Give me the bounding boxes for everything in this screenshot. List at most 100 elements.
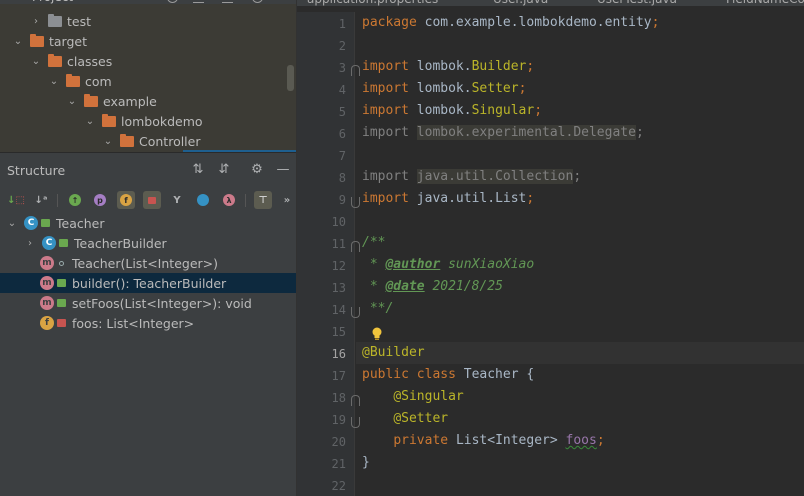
collapse-all-icon[interactable]: ⇵ — [216, 162, 232, 178]
show-non-public-icon[interactable] — [143, 191, 161, 209]
code-line[interactable]: * @date 2021/8/25 — [362, 279, 503, 294]
project-tree-item[interactable]: ⌄ example — [0, 91, 296, 111]
editor-tab[interactable]: User.java — [493, 0, 548, 6]
show-inherited-icon[interactable]: ↑ — [66, 191, 84, 209]
minimize-icon[interactable]: — — [275, 162, 291, 178]
structure-item[interactable]: ⌄ C Teacher — [0, 213, 296, 233]
fold-end-icon[interactable] — [351, 417, 360, 428]
line-number: 4 — [338, 83, 346, 97]
project-tree-item[interactable]: › test — [0, 11, 296, 31]
chevron-right-icon[interactable]: › — [30, 15, 42, 27]
chevron-down-icon[interactable]: ⌄ — [6, 218, 18, 229]
line-number: 13 — [331, 281, 346, 295]
expand-all-icon[interactable] — [222, 0, 233, 3]
project-tree-item[interactable]: ⌄ com — [0, 71, 296, 91]
code-line[interactable]: import lombok.Builder; — [362, 59, 534, 74]
structure-item[interactable]: f foos: List<Integer> — [0, 313, 296, 333]
code-token: ; — [534, 103, 543, 118]
chevron-down-icon[interactable]: ⌄ — [102, 135, 114, 147]
project-tree-item[interactable]: ⌄ Controller — [0, 131, 296, 151]
code-token: ; — [526, 191, 535, 206]
code-editor[interactable]: application.properties User.java UserTest.… — [296, 0, 804, 496]
chevron-down-icon[interactable]: ⌄ — [12, 35, 24, 47]
editor-tab[interactable]: FieldNameCo — [726, 0, 804, 6]
code-line[interactable]: **/ — [362, 301, 394, 316]
project-tree-item[interactable]: ⌄ lombokdemo — [0, 111, 296, 131]
class-icon: C — [42, 236, 56, 250]
public-lock-icon — [57, 299, 66, 307]
editor-tab[interactable]: UserTest.java — [597, 0, 677, 6]
autoscroll-from-source-icon[interactable]: ⊤ — [254, 191, 272, 209]
show-anonymous-icon[interactable]: Y — [168, 191, 186, 209]
code-line[interactable]: import lombok.Singular; — [362, 103, 542, 118]
code-token: /** — [362, 235, 386, 250]
chevron-down-icon[interactable]: ⌄ — [48, 75, 60, 87]
fold-start-icon[interactable] — [351, 65, 360, 76]
private-lock-icon — [57, 319, 66, 327]
package-private-icon — [59, 260, 64, 266]
code-line[interactable]: } — [362, 455, 370, 470]
line-number: 19 — [331, 413, 346, 427]
code-line[interactable]: /** — [362, 235, 385, 250]
sort-by-visibility-icon[interactable]: ↓ ⬚ — [7, 191, 25, 209]
code-line[interactable]: package com.example.lombokdemo.entity; — [362, 15, 659, 30]
structure-item-label: builder(): TeacherBuilder — [72, 275, 227, 291]
line-number-gutter[interactable]: 1 2 3 4 5 6 7 8 9 10 11 12 13 14 15 16 17 18 19 20 21 22 — [297, 12, 360, 496]
line-number: 20 — [331, 435, 346, 449]
locate-icon[interactable] — [167, 0, 178, 3]
code-line[interactable]: @Setter — [362, 411, 448, 426]
show-fields-icon[interactable]: f — [117, 191, 135, 209]
fold-end-icon[interactable] — [351, 307, 360, 318]
show-lambdas-icon[interactable] — [194, 191, 212, 209]
line-number: 2 — [338, 39, 346, 53]
editor-tab[interactable]: application.properties — [307, 0, 438, 6]
project-title[interactable]: Project — [32, 0, 73, 4]
code-line[interactable]: * @author sunXiaoXiao — [362, 257, 534, 272]
code-token: import — [362, 169, 417, 184]
project-tree-item[interactable]: ⌄ classes — [0, 51, 296, 71]
code-line[interactable]: import lombok.Setter; — [362, 81, 526, 96]
code-token: ; — [651, 15, 660, 30]
code-token: java.util.Collection — [416, 169, 574, 184]
lambda-icon[interactable]: λ — [220, 191, 238, 209]
line-number: 15 — [331, 325, 346, 339]
folder-icon — [84, 93, 98, 107]
line-number: 7 — [338, 149, 346, 163]
structure-item[interactable]: › C TeacherBuilder — [0, 233, 296, 253]
project-tree-item[interactable]: ⌄ target — [0, 31, 296, 51]
code-token: lombok.experimental.Delegate — [416, 125, 636, 140]
gear-icon[interactable]: ⚙ — [249, 162, 265, 178]
gear-icon[interactable] — [252, 0, 263, 3]
chevron-down-icon[interactable]: ⌄ — [30, 55, 42, 67]
structure-item[interactable]: m Teacher(List<Integer>) — [0, 253, 296, 273]
fold-start-icon[interactable] — [351, 395, 360, 406]
fold-start-icon[interactable] — [351, 241, 360, 252]
more-icon[interactable]: » — [278, 191, 296, 209]
code-line[interactable]: @Builder — [362, 345, 425, 360]
code-line[interactable]: @Singular — [362, 389, 463, 404]
structure-item[interactable]: m setFoos(List<Integer>): void — [0, 293, 296, 313]
code-line[interactable]: private List<Integer> foos; — [362, 433, 604, 448]
code-line[interactable]: import java.util.List; — [362, 191, 534, 206]
code-token: import — [362, 59, 417, 74]
chevron-down-icon[interactable]: ⌄ — [66, 95, 78, 107]
lightbulb-icon[interactable] — [371, 327, 383, 341]
code-token: ; — [573, 169, 582, 184]
show-properties-icon[interactable]: p — [91, 191, 109, 209]
chevron-right-icon[interactable]: › — [24, 238, 36, 249]
collapse-all-icon[interactable] — [193, 0, 204, 3]
structure-item[interactable]: m builder(): TeacherBuilder — [0, 273, 296, 293]
line-number: 1 — [338, 17, 346, 31]
project-scrollbar[interactable] — [287, 65, 294, 91]
code-line[interactable]: public class Teacher { — [362, 367, 534, 382]
code-line[interactable]: import lombok.experimental.Delegate; — [362, 125, 644, 140]
chevron-down-icon[interactable]: ⌄ — [84, 115, 96, 127]
code-line[interactable]: import java.util.Collection; — [362, 169, 581, 184]
line-number: 5 — [338, 105, 346, 119]
fold-end-icon[interactable] — [351, 197, 360, 208]
sort-alphabetically-icon[interactable]: ↓ᵃ — [32, 191, 50, 209]
expand-all-icon[interactable]: ⇅ — [190, 162, 206, 178]
code-token: ; — [526, 59, 535, 74]
